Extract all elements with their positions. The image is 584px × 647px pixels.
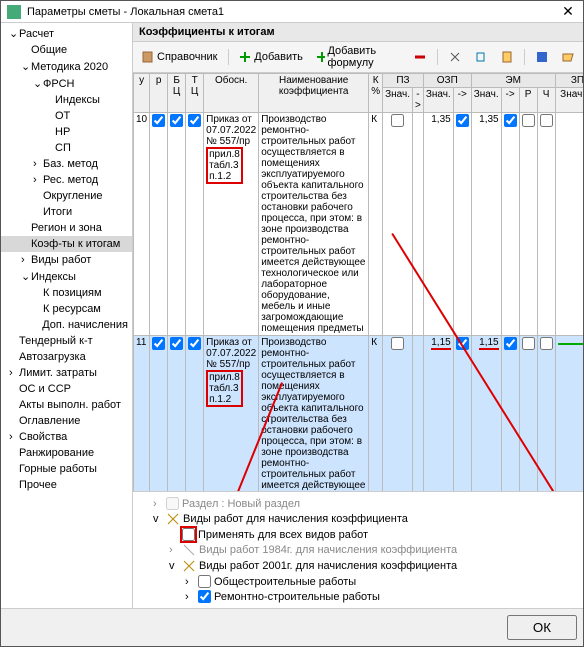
sidebar-item[interactable]: К ресурсам <box>1 301 132 317</box>
app-icon <box>7 5 21 19</box>
toolbar-cut-button[interactable] <box>444 49 466 65</box>
col-pz[interactable]: ПЗ <box>383 74 424 88</box>
sidebar-item[interactable]: ⌄ФРСН <box>1 75 132 92</box>
sidebar-item[interactable]: ›Рес. метод <box>1 172 132 188</box>
sidebar-item[interactable]: ⌄Методика 2020 <box>1 58 132 75</box>
toolbar-add-formula-button[interactable]: Добавить формулу <box>311 44 406 70</box>
plus-icon <box>238 50 252 64</box>
toolbar-ref-button[interactable]: Справочник <box>137 49 222 65</box>
sidebar-item[interactable]: Округление <box>1 188 132 204</box>
footer: ОК <box>1 608 583 646</box>
book-icon <box>141 50 155 64</box>
obsch-checkbox[interactable] <box>198 575 211 588</box>
sidebar-item[interactable]: СП <box>1 140 132 156</box>
sidebar-item[interactable]: Акты выполн. работ <box>1 397 132 413</box>
toolbar-add-button[interactable]: Добавить <box>234 49 307 65</box>
bt-remont[interactable]: › Ремонтно-строительные работы <box>137 589 579 604</box>
col-name[interactable]: Наименование коэффициента <box>259 74 369 113</box>
bt-razdel: › Раздел : Новый раздел <box>137 496 579 511</box>
sidebar-item[interactable]: Тендерный к-т <box>1 333 132 349</box>
close-icon[interactable]: ✕ <box>559 3 577 20</box>
bt-obsch[interactable]: › Общестроительные работы <box>137 574 579 589</box>
sidebar-item[interactable]: Регион и зона <box>1 220 132 236</box>
sidebar-tree[interactable]: ⌄РасчетОбщие⌄Методика 2020⌄ФРСНИндексыОТ… <box>1 23 133 608</box>
sidebar-item[interactable]: Общие <box>1 42 132 58</box>
toolbar-open-button[interactable] <box>557 49 579 65</box>
bt-2001[interactable]: v Виды работ 2001г. для начисления коэфф… <box>137 558 579 574</box>
sidebar-item[interactable]: ›Баз. метод <box>1 156 132 172</box>
table-row[interactable]: 11Приказ от07.07.2022№ 557/прприл.8табл.… <box>134 336 584 492</box>
sidebar-item[interactable]: Итоги <box>1 204 132 220</box>
col-k[interactable]: К % <box>369 74 383 113</box>
toolbar-copy-button[interactable] <box>470 49 492 65</box>
apply-all-checkbox[interactable] <box>182 528 195 541</box>
sidebar-item[interactable]: Оглавление <box>1 413 132 429</box>
sidebar-item[interactable]: Горные работы <box>1 461 132 477</box>
sidebar-item[interactable]: Автозагрузка <box>1 349 132 365</box>
col-obosn[interactable]: Обосн. <box>204 74 259 113</box>
titlebar: Параметры сметы - Локальная смета1 ✕ <box>1 1 583 23</box>
ok-button[interactable]: ОК <box>507 615 577 640</box>
sidebar-item[interactable]: Ранжирование <box>1 445 132 461</box>
minus-icon <box>413 50 427 64</box>
sidebar-item[interactable]: К позициям <box>1 285 132 301</box>
col-r[interactable]: р <box>150 74 168 113</box>
bottom-tree[interactable]: › Раздел : Новый раздел v Виды работ для… <box>133 491 583 608</box>
sidebar-item[interactable]: Прочее <box>1 477 132 493</box>
sidebar-item[interactable]: ›Виды работ <box>1 252 132 268</box>
tools-icon <box>166 512 180 526</box>
bt-1984[interactable]: › Виды работ 1984г. для начисления коэфф… <box>137 542 579 558</box>
toolbar-paste-button[interactable] <box>496 49 518 65</box>
sidebar-item[interactable]: ОТ <box>1 108 132 124</box>
bt-apply-all[interactable]: Применять для всех видов работ <box>137 527 579 542</box>
remont-checkbox[interactable] <box>198 590 211 603</box>
sidebar-item[interactable]: ОС и ССР <box>1 381 132 397</box>
toolbar: Справочник Добавить Добавить формулу <box>133 42 583 73</box>
formula-icon <box>315 50 326 64</box>
sidebar-item[interactable]: ›Лимит. затраты <box>1 365 132 381</box>
col-tc[interactable]: Т Ц <box>186 74 204 113</box>
toolbar-delete-button[interactable] <box>409 49 431 65</box>
paste-icon <box>500 50 514 64</box>
window-title: Параметры сметы - Локальная смета1 <box>27 6 559 18</box>
toolbar-save-button[interactable] <box>531 49 553 65</box>
tools-icon <box>182 559 196 573</box>
grid-area[interactable]: у р Б Ц Т Ц Обосн. Наименование коэффици… <box>133 73 583 491</box>
col-zpm[interactable]: ЗПМ <box>555 74 583 88</box>
sidebar-item[interactable]: Коэф-ты к итогам <box>1 236 132 252</box>
col-u[interactable]: у <box>134 74 150 113</box>
sidebar-item[interactable]: ⌄Расчет <box>1 25 132 42</box>
tools-icon <box>182 543 196 557</box>
table-row[interactable]: 10Приказ от07.07.2022№ 557/прприл.8табл.… <box>134 113 584 336</box>
cut-icon <box>448 50 462 64</box>
copy-icon <box>474 50 488 64</box>
sidebar-item[interactable]: ⌄Индексы <box>1 268 132 285</box>
save-icon <box>535 50 549 64</box>
col-bc[interactable]: Б Ц <box>168 74 186 113</box>
col-ozp[interactable]: ОЗП <box>423 74 471 88</box>
panel-title: Коэффициенты к итогам <box>133 23 583 42</box>
sidebar-item[interactable]: Индексы <box>1 92 132 108</box>
open-icon <box>561 50 575 64</box>
sidebar-item[interactable]: ›Свойства <box>1 429 132 445</box>
col-em[interactable]: ЭМ <box>471 74 555 88</box>
bt-vidy-root[interactable]: v Виды работ для начисления коэффициента <box>137 511 579 527</box>
sidebar-item[interactable]: НР <box>1 124 132 140</box>
sidebar-item[interactable]: Доп. начисления <box>1 317 132 333</box>
